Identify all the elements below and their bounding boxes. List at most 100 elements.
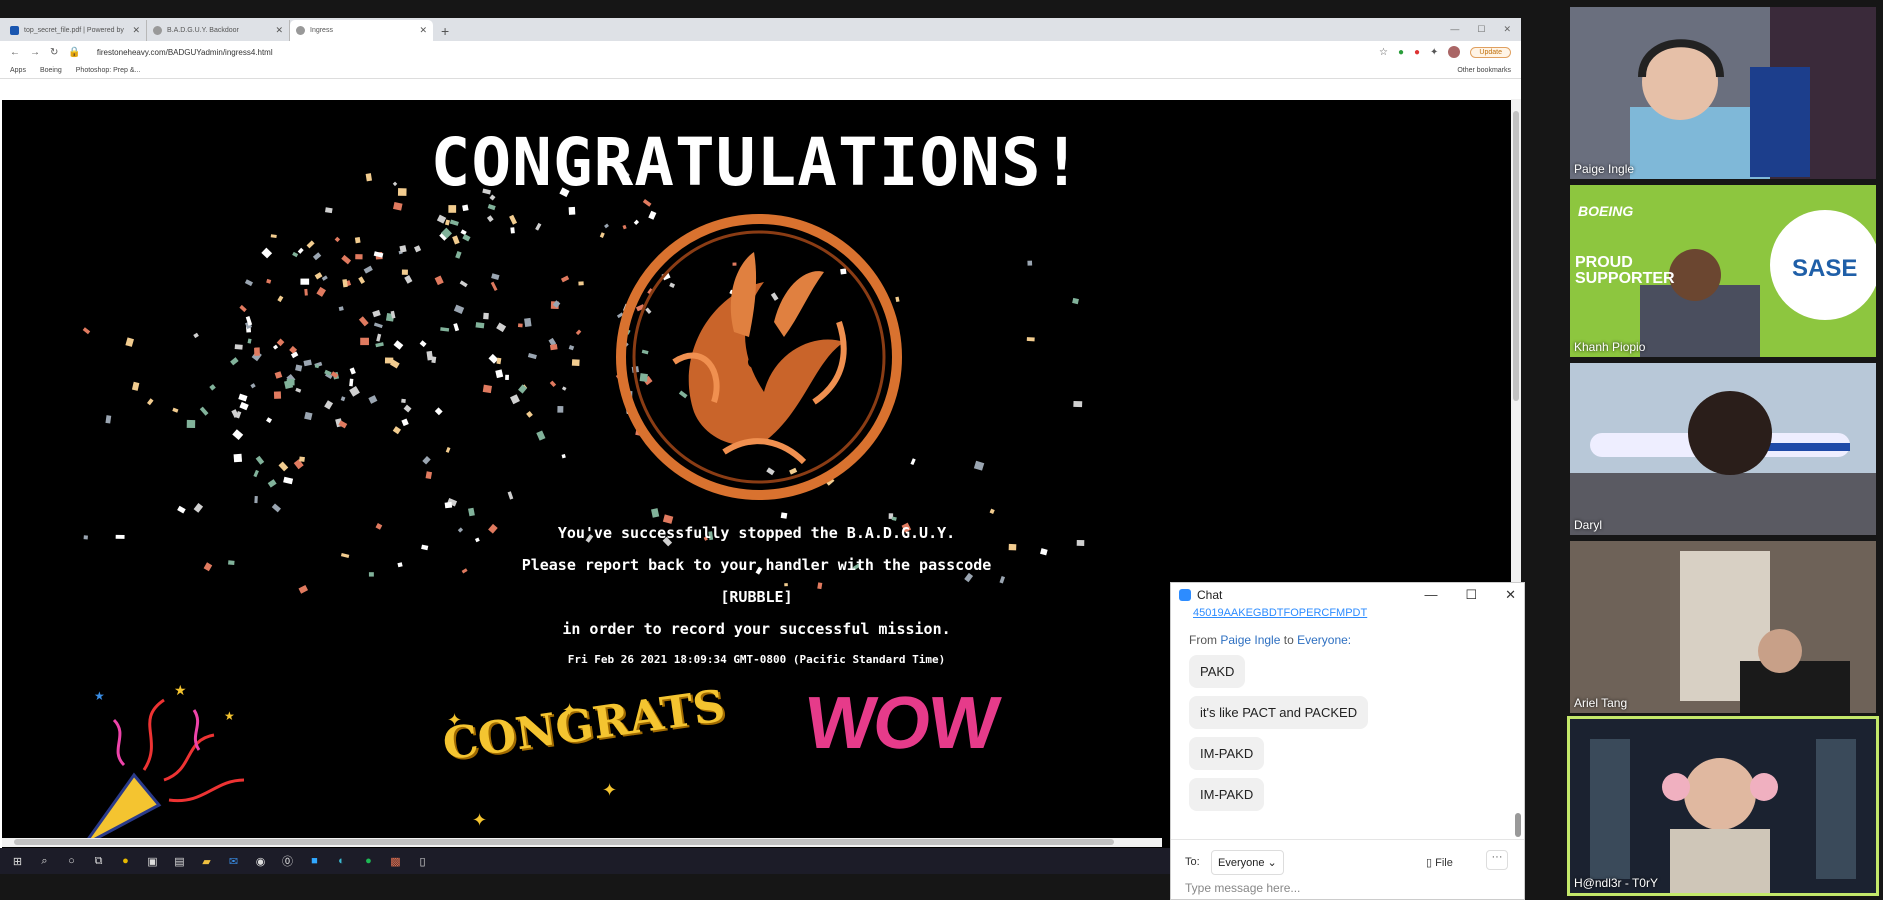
confetti-piece [483,312,489,320]
chat-message: it's like PACT and PACKED [1189,696,1369,729]
confetti-piece [549,380,557,388]
svg-text:★: ★ [174,682,187,698]
back-icon[interactable]: ← [10,47,20,58]
reload-icon[interactable]: ↻ [50,47,58,58]
message-input[interactable]: Type message here... [1185,881,1300,895]
close-icon[interactable]: ✕ [419,25,427,36]
tab-ingress[interactable]: Ingress ✕ [290,20,433,41]
scroll-thumb[interactable] [14,839,1114,845]
spotify-icon[interactable]: ● [361,855,376,867]
folder-icon[interactable]: ▰ [199,855,214,868]
confetti-piece [486,215,494,223]
close-icon[interactable]: ✕ [132,25,140,36]
confetti-piece [295,387,302,393]
more-button[interactable]: ··· [1486,850,1508,870]
confetti-piece [404,275,413,284]
recipient-name[interactable]: Everyone: [1297,633,1351,647]
confetti-piece [230,357,239,366]
confetti-piece [304,288,308,296]
search-icon[interactable]: ⌕ [37,855,52,868]
forward-icon[interactable]: → [30,47,40,58]
puzzle-icon[interactable]: ✦ [1430,47,1438,58]
confetti-piece [578,281,584,286]
confetti-piece [524,317,532,328]
sender-name[interactable]: Paige Ingle [1220,633,1280,647]
lock-icon: 🔒 [68,46,81,58]
confetti-piece [490,281,498,292]
confetti-piece [376,333,382,342]
confetti-piece [1040,548,1048,556]
chevron-down-icon: ⌄ [1267,857,1277,869]
update-button[interactable]: Update [1470,46,1511,58]
extension-icon[interactable]: ● [1398,47,1404,58]
chrome-icon[interactable]: ● [118,855,133,867]
cortana-icon[interactable]: ○ [64,855,79,867]
participant-video-active-speaker[interactable]: H@ndl3r - T0rY [1567,716,1879,896]
confetti-piece [250,383,256,389]
app-icon[interactable]: ⓪ [280,853,295,869]
edge-icon[interactable]: ◐ [334,855,349,867]
extension-icon[interactable]: ● [1414,47,1420,58]
sparkle-icon: ✦ [562,700,578,720]
participant-video[interactable]: Paige Ingle [1570,7,1876,179]
zoom-chat-icon [1179,589,1191,601]
confetti-piece [403,404,412,413]
participant-video[interactable]: Daryl [1570,363,1876,535]
confetti-piece [358,316,369,327]
close-icon[interactable]: ✕ [275,25,283,36]
close-icon[interactable]: ✕ [1503,24,1511,35]
mail-icon[interactable]: ✉ [226,855,241,868]
confetti-piece [278,461,289,472]
participant-video[interactable]: BOEING PROUD SUPPORTER SASE Khanh Piopio [1570,185,1876,357]
confetti-piece [292,251,299,258]
confetti-piece [964,572,974,583]
minimize-icon[interactable]: — [1450,24,1459,35]
tab-bar: top_secret_file.pdf | Powered by ✕ B.A.D.… [0,18,1521,41]
notepad-icon[interactable]: ▯ [415,855,430,868]
windows-start-icon[interactable]: ⊞ [10,855,25,868]
confetti-piece [496,322,507,333]
tab-pdf[interactable]: top_secret_file.pdf | Powered by ✕ [4,20,147,41]
tab-backdoor[interactable]: B.A.D.G.U.Y. Backdoor ✕ [147,20,290,41]
message-sender-line: From Paige Ingle to Everyone: [1171,621,1524,655]
from-label: From [1189,633,1217,647]
confetti-piece [487,203,496,211]
steam-icon[interactable]: ◉ [253,855,268,868]
confetti-piece [434,407,443,416]
scroll-thumb[interactable] [1513,111,1519,401]
participant-name: Paige Ingle [1574,162,1635,176]
task-view-icon[interactable]: ⧉ [91,855,106,868]
bookmark-apps[interactable]: Apps [10,67,26,74]
close-icon[interactable]: ✕ [1505,587,1516,603]
url-field[interactable]: firestoneheavy.com/BADGUYadmin/ingress4.… [97,48,1369,57]
report-message: Please report back to your handler with … [521,556,992,574]
confetti-piece [1072,297,1079,305]
bookmark-other[interactable]: Other bookmarks [1457,67,1511,74]
bookmark-photoshop[interactable]: Photoshop: Prep &... [76,67,141,74]
camera-icon[interactable]: ▣ [145,855,160,868]
globe-icon [153,26,162,35]
participant-name: Ariel Tang [1574,696,1628,710]
recipient-value: Everyone [1218,857,1265,869]
recipient-dropdown[interactable]: Everyone ⌄ [1211,850,1284,875]
horizontal-scrollbar[interactable] [2,838,1162,847]
zoom-icon[interactable]: ▩ [388,855,403,868]
star-icon[interactable]: ☆ [1379,47,1388,58]
profile-avatar[interactable] [1448,46,1461,58]
chat-scroll-thumb[interactable] [1515,813,1521,837]
confetti-piece [440,327,450,332]
participant-video[interactable]: Ariel Tang [1570,541,1876,713]
maximize-icon[interactable]: ☐ [1465,587,1477,603]
store-icon[interactable]: ▤ [172,855,187,868]
confetti-piece [425,471,433,479]
bookmark-boeing[interactable]: Boeing [40,67,62,74]
chat-link[interactable]: 45019AAKEGBDTFOPERCFMPDT [1171,607,1524,621]
photoshop-icon[interactable]: ■ [307,855,322,867]
confetti-piece [131,381,140,391]
file-button[interactable]: ▯ File [1426,856,1453,869]
confetti-piece [604,223,609,229]
new-tab-button[interactable]: + [433,23,457,41]
desktop: top_secret_file.pdf | Powered by ✕ B.A.D.… [0,0,1883,900]
minimize-icon[interactable]: — [1424,587,1437,603]
maximize-icon[interactable]: ☐ [1477,24,1485,35]
